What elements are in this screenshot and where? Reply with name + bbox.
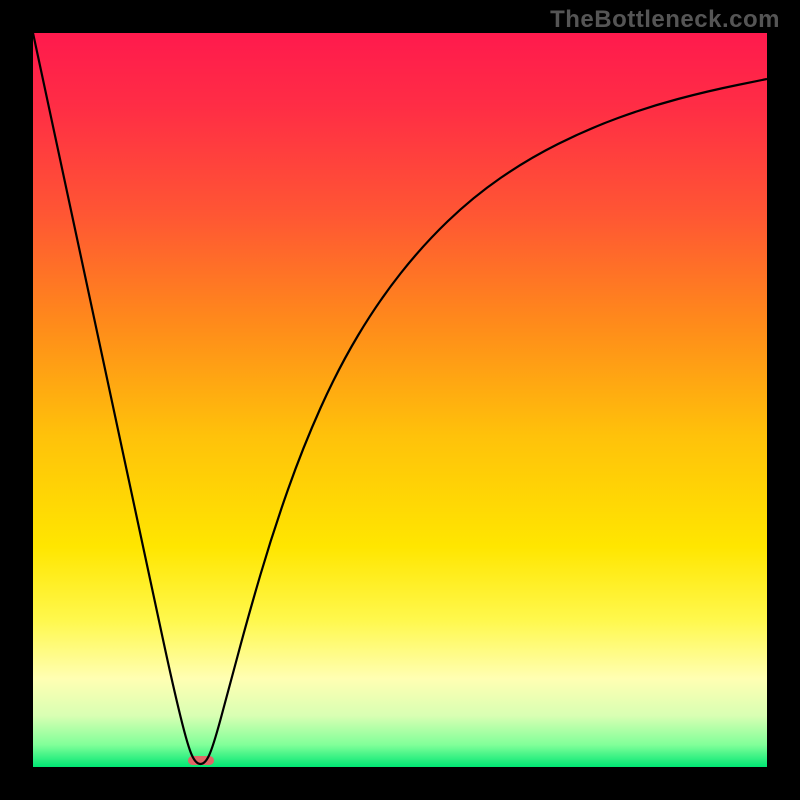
watermark-text: TheBottleneck.com bbox=[550, 6, 780, 34]
chart-plot-area bbox=[33, 33, 767, 767]
chart-background bbox=[33, 33, 767, 767]
chart-frame: TheBottleneck.com bbox=[0, 0, 800, 800]
chart-svg bbox=[33, 33, 767, 767]
